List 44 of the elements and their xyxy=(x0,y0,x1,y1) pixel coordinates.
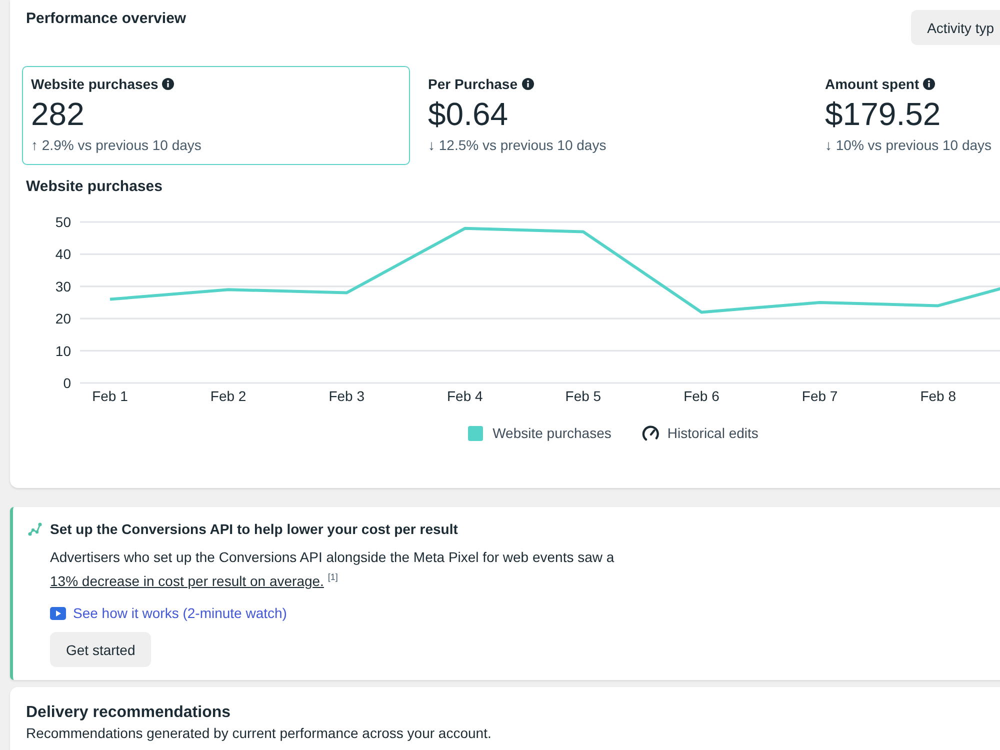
activity-type-button[interactable]: Activity typ xyxy=(911,10,1000,45)
metric-tile[interactable]: Website purchases 282 ↑ 2.9% vs previous 10 days xyxy=(22,66,410,165)
legend-label: Historical edits xyxy=(667,424,758,442)
metric-label: Per Purchase xyxy=(428,75,518,94)
axis-label: Feb 7 xyxy=(802,388,838,404)
metric-tile[interactable]: Amount spent $179.52 ↓ 10% vs previous 10 days xyxy=(816,66,1000,165)
video-play-icon xyxy=(50,606,66,620)
video-link[interactable]: See how it works (2-minute watch) xyxy=(50,603,287,623)
gauge-icon xyxy=(642,425,660,441)
info-icon xyxy=(162,78,174,90)
text-link[interactable]: 13% decrease in cost per result on average. xyxy=(50,573,324,589)
metric-tile[interactable]: Per Purchase $0.64 ↓ 12.5% vs previous 10 days xyxy=(419,66,807,165)
tip-title: Set up the Conversions API to help lower your cost per result xyxy=(50,520,458,539)
metric-label: Website purchases xyxy=(31,75,158,94)
axis-label: 0 xyxy=(63,375,71,391)
info-icon xyxy=(923,78,936,90)
section-title: Delivery recommendations xyxy=(26,703,231,723)
metric-value: 282 xyxy=(31,95,84,133)
axis-label: Feb 8 xyxy=(920,388,956,404)
axis-label: 30 xyxy=(55,278,71,294)
legend-label: Website purchases xyxy=(492,424,612,442)
metric-label: Amount spent xyxy=(825,75,920,94)
axis-label: Feb 5 xyxy=(565,388,602,404)
axis-label: 40 xyxy=(55,246,71,262)
metric-value: $0.64 xyxy=(428,95,508,133)
axis-label: Feb 1 xyxy=(92,388,128,404)
line-chart-icon xyxy=(28,522,42,536)
chart-title: Website purchases xyxy=(26,177,162,197)
get-started-button[interactable]: Get started xyxy=(50,632,152,667)
metric-change: ↓ 12.5% vs previous 10 days xyxy=(428,136,606,155)
axis-label: 50 xyxy=(55,214,71,230)
axis-label: Feb 6 xyxy=(684,388,720,404)
axis-label: Feb 3 xyxy=(328,388,364,404)
axis-label: Feb 2 xyxy=(210,388,246,404)
info-icon xyxy=(522,78,534,90)
metric-value: $179.52 xyxy=(825,95,941,133)
axis-label: 10 xyxy=(55,342,71,359)
axis-label: 20 xyxy=(55,310,71,327)
section-subtitle: Recommendations generated by current performance across your account. xyxy=(26,724,492,742)
body-text: Advertisers who set up the Conversions API alongside the Meta Pixel for web events saw a 13% decrease in cost per result on average. $^{[1]}$ xyxy=(50,548,616,591)
section-title: Performance overview xyxy=(26,9,186,29)
metric-change: ↑ 2.9% vs previous 10 days xyxy=(31,136,202,155)
axis-label: Feb 4 xyxy=(447,388,483,404)
metric-change: ↓ 10% vs previous 10 days xyxy=(825,136,992,155)
